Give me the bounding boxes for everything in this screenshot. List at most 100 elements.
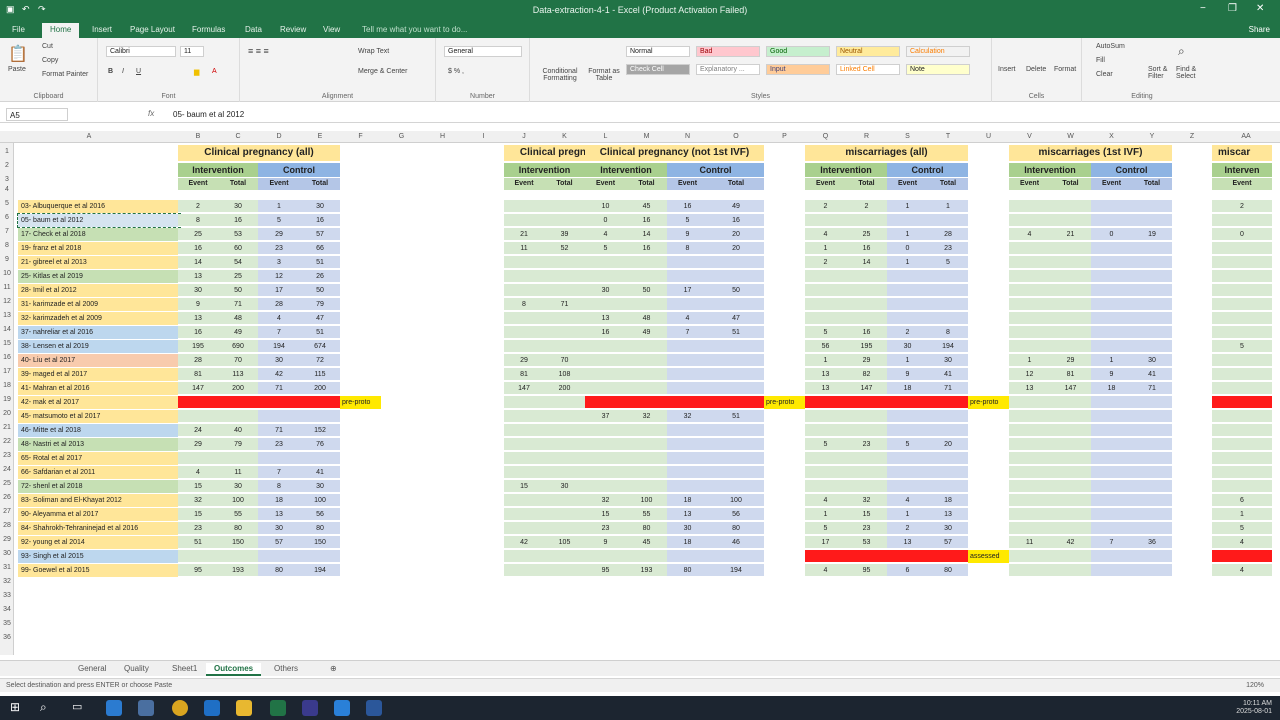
data-cell[interactable] xyxy=(544,410,585,423)
data-cell[interactable]: 47 xyxy=(300,312,340,325)
format-as-table-button[interactable]: Format as Table xyxy=(586,68,622,82)
data-cell[interactable] xyxy=(928,298,968,311)
data-cell[interactable] xyxy=(1212,270,1272,283)
row-header[interactable]: 22 xyxy=(0,438,14,445)
data-cell[interactable] xyxy=(1050,466,1091,479)
data-cell[interactable] xyxy=(585,550,626,563)
row-header[interactable]: 13 xyxy=(0,312,14,319)
data-cell[interactable]: 80 xyxy=(218,522,258,535)
data-cell[interactable] xyxy=(1132,242,1172,255)
data-cell[interactable]: 2 xyxy=(805,256,846,269)
data-cell[interactable]: 23 xyxy=(258,242,300,255)
column-header[interactable]: M xyxy=(626,133,667,140)
data-cell[interactable]: 13 xyxy=(258,508,300,521)
font-color-icon[interactable]: A xyxy=(212,68,217,75)
data-cell[interactable]: 18 xyxy=(258,494,300,507)
data-cell[interactable]: 23 xyxy=(928,242,968,255)
data-cell[interactable] xyxy=(585,382,626,395)
tab-view[interactable]: View xyxy=(323,25,340,34)
data-cell[interactable] xyxy=(1050,452,1091,465)
row-header[interactable]: 4 xyxy=(0,186,14,193)
data-cell[interactable]: 5 xyxy=(1212,522,1272,535)
formula-input[interactable]: 05- baum et al 2012 xyxy=(170,108,1270,121)
data-cell[interactable] xyxy=(887,396,928,409)
excel-icon[interactable] xyxy=(270,700,286,716)
data-cell[interactable] xyxy=(1050,522,1091,535)
data-cell[interactable] xyxy=(626,270,667,283)
data-cell[interactable] xyxy=(1050,550,1091,563)
sheet-tab-sheet1[interactable]: Sheet1 xyxy=(164,663,205,674)
data-cell[interactable]: 30 xyxy=(218,200,258,213)
data-cell[interactable]: 51 xyxy=(708,326,764,339)
data-cell[interactable] xyxy=(544,396,585,409)
data-cell[interactable] xyxy=(1009,466,1050,479)
row-header[interactable]: 5 xyxy=(0,200,14,207)
data-cell[interactable] xyxy=(667,270,708,283)
data-cell[interactable] xyxy=(1091,494,1132,507)
cut-button[interactable]: Cut xyxy=(42,43,53,50)
data-cell[interactable] xyxy=(708,452,764,465)
data-cell[interactable] xyxy=(1212,312,1272,325)
data-cell[interactable] xyxy=(218,410,258,423)
data-cell[interactable] xyxy=(585,256,626,269)
data-cell[interactable] xyxy=(1091,396,1132,409)
data-cell[interactable]: 8 xyxy=(504,298,544,311)
data-cell[interactable] xyxy=(1009,200,1050,213)
data-cell[interactable] xyxy=(1132,480,1172,493)
data-cell[interactable] xyxy=(887,298,928,311)
data-cell[interactable]: 57 xyxy=(928,536,968,549)
data-cell[interactable] xyxy=(1212,214,1272,227)
data-cell[interactable]: 71 xyxy=(218,298,258,311)
data-cell[interactable] xyxy=(708,354,764,367)
data-cell[interactable]: 80 xyxy=(667,564,708,577)
data-cell[interactable] xyxy=(887,312,928,325)
row-header[interactable]: 9 xyxy=(0,256,14,263)
row-header[interactable]: 3 xyxy=(0,176,14,183)
data-cell[interactable]: 194 xyxy=(300,564,340,577)
row-header[interactable]: 34 xyxy=(0,606,14,613)
data-cell[interactable]: 4 xyxy=(1212,564,1272,577)
row-header[interactable]: 1 xyxy=(0,148,14,155)
data-cell[interactable]: 39 xyxy=(544,228,585,241)
merge-center-button[interactable]: Merge & Center xyxy=(358,68,407,75)
data-cell[interactable]: 71 xyxy=(544,298,585,311)
data-cell[interactable] xyxy=(544,270,585,283)
data-cell[interactable]: 66 xyxy=(300,242,340,255)
study-label[interactable]: 92- young et al 2014 xyxy=(18,536,180,549)
data-cell[interactable]: 81 xyxy=(1050,368,1091,381)
data-cell[interactable] xyxy=(1132,550,1172,563)
data-cell[interactable]: 16 xyxy=(300,214,340,227)
data-cell[interactable]: 13 xyxy=(667,508,708,521)
data-cell[interactable]: 29 xyxy=(504,354,544,367)
data-cell[interactable]: 81 xyxy=(178,368,218,381)
data-cell[interactable] xyxy=(504,564,544,577)
zoom-level[interactable]: 120% xyxy=(1246,682,1264,689)
data-cell[interactable] xyxy=(1050,424,1091,437)
data-cell[interactable] xyxy=(1009,284,1050,297)
data-cell[interactable]: 1 xyxy=(258,200,300,213)
data-cell[interactable] xyxy=(1009,494,1050,507)
data-cell[interactable] xyxy=(1009,550,1050,563)
data-cell[interactable] xyxy=(928,396,968,409)
data-cell[interactable] xyxy=(1050,410,1091,423)
data-cell[interactable]: 57 xyxy=(300,228,340,241)
study-label[interactable]: 90- Aleyamma et al 2017 xyxy=(18,508,180,521)
data-cell[interactable]: 9 xyxy=(178,298,218,311)
data-cell[interactable]: 1 xyxy=(887,354,928,367)
data-cell[interactable] xyxy=(708,298,764,311)
data-cell[interactable]: 30 xyxy=(300,200,340,213)
data-cell[interactable] xyxy=(300,396,340,409)
data-cell[interactable] xyxy=(1009,340,1050,353)
data-cell[interactable] xyxy=(1091,284,1132,297)
data-cell[interactable]: 55 xyxy=(218,508,258,521)
data-cell[interactable]: 60 xyxy=(218,242,258,255)
data-cell[interactable]: 5 xyxy=(1212,340,1272,353)
data-cell[interactable]: 16 xyxy=(846,326,887,339)
data-cell[interactable]: 108 xyxy=(544,368,585,381)
data-cell[interactable] xyxy=(1091,214,1132,227)
data-cell[interactable] xyxy=(1050,256,1091,269)
data-cell[interactable] xyxy=(504,508,544,521)
data-cell[interactable] xyxy=(846,452,887,465)
row-header[interactable]: 36 xyxy=(0,634,14,641)
style-box[interactable]: Neutral xyxy=(836,46,900,57)
